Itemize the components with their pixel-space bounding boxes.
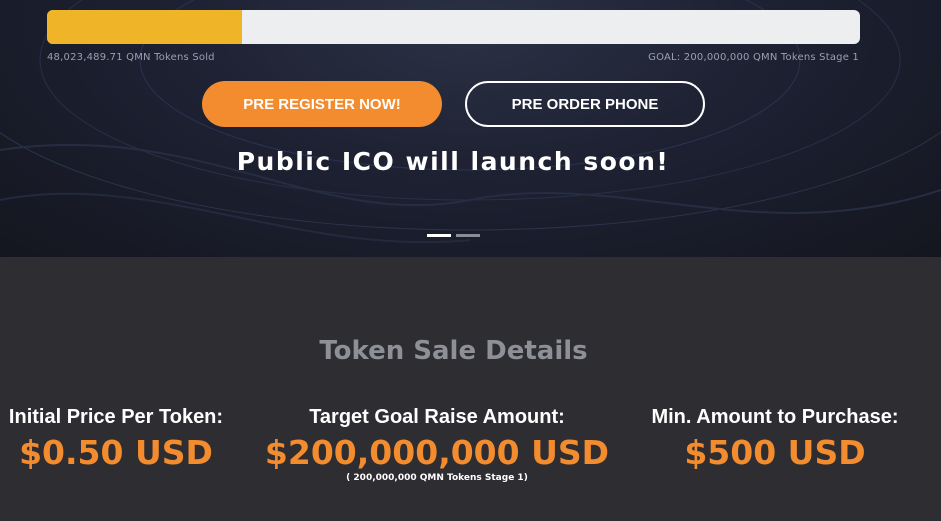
goal-label: GOAL: 200,000,000 QMN Tokens Stage 1 [648, 52, 859, 63]
target-goal-value: $200,000,000 USD [264, 433, 610, 472]
target-goal-label: Target Goal Raise Amount: [309, 406, 565, 428]
min-purchase-value: $500 USD [684, 433, 866, 472]
progress-fill [47, 10, 243, 44]
initial-price-detail: Initial Price Per Token: $0.50 USD [0, 406, 232, 472]
hero-banner: 48,023,489.71 QMN Tokens Sold GOAL: 200,… [0, 0, 941, 257]
pre-order-phone-button[interactable]: PRE ORDER PHONE [465, 81, 705, 127]
initial-price-value: $0.50 USD [19, 433, 213, 472]
slide-indicator-2[interactable] [456, 234, 480, 237]
slide-indicator-1[interactable] [427, 234, 451, 237]
min-purchase-detail: Min. Amount to Purchase: $500 USD [630, 406, 920, 472]
target-goal-note: ( 200,000,000 QMN Tokens Stage 1) [346, 473, 528, 483]
initial-price-label: Initial Price Per Token: [8, 406, 224, 428]
pre-register-button[interactable]: PRE REGISTER NOW! [202, 81, 442, 127]
target-goal-detail: Target Goal Raise Amount: $200,000,000 U… [257, 406, 617, 483]
ico-headline: Public ICO will launch soon! [236, 147, 670, 176]
tokens-sold-label: 48,023,489.71 QMN Tokens Sold [47, 52, 215, 63]
token-sale-progress-bar [47, 10, 860, 44]
min-purchase-label: Min. Amount to Purchase: [651, 406, 899, 428]
token-sale-title: Token Sale Details [319, 336, 588, 366]
